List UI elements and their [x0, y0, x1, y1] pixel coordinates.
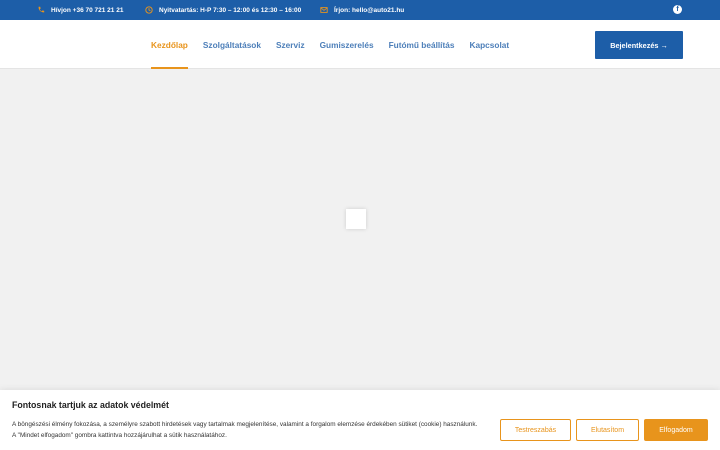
- email-text: Írjon: hello@auto21.hu: [334, 6, 405, 14]
- main-content: [0, 70, 720, 390]
- clock-icon: [145, 6, 153, 14]
- accept-button[interactable]: Elfogadom: [644, 419, 708, 441]
- hours-text: Nyitvatartás: H-P 7:30 – 12:00 és 12:30 …: [159, 6, 302, 14]
- facebook-icon[interactable]: f: [673, 5, 682, 14]
- nav-item-services[interactable]: Szolgáltatások: [203, 20, 261, 69]
- nav-item-service[interactable]: Szerviz: [276, 20, 305, 69]
- reject-button[interactable]: Elutasítom: [576, 419, 639, 441]
- nav-item-home[interactable]: Kezdőlap: [151, 20, 188, 69]
- main-navigation: Kezdőlap Szolgáltatások Szerviz Gumiszer…: [151, 20, 524, 69]
- login-button[interactable]: Bejelentkezés →: [595, 31, 683, 59]
- opening-hours: Nyitvatartás: H-P 7:30 – 12:00 és 12:30 …: [145, 0, 301, 20]
- cookie-consent-banner: Fontosnak tartjuk az adatok védelmét A b…: [0, 390, 720, 450]
- phone-contact[interactable]: Hívjon +36 70 721 21 21: [37, 0, 123, 20]
- envelope-icon: [320, 6, 328, 14]
- loading-spinner: [346, 209, 366, 229]
- top-contact-bar: Hívjon +36 70 721 21 21 Nyitvatartás: H-…: [0, 0, 720, 20]
- site-header: Kezdőlap Szolgáltatások Szerviz Gumiszer…: [0, 20, 720, 69]
- email-contact[interactable]: Írjon: hello@auto21.hu: [320, 0, 404, 20]
- nav-item-tyre-fitting[interactable]: Gumiszerelés: [320, 20, 374, 69]
- phone-text: Hívjon +36 70 721 21 21: [51, 6, 124, 14]
- cookie-title: Fontosnak tartjuk az adatok védelmét: [12, 400, 169, 410]
- cookie-description: A böngészési élmény fokozása, a személyr…: [12, 421, 478, 439]
- nav-item-contact[interactable]: Kapcsolat: [469, 20, 509, 69]
- nav-item-wheel-alignment[interactable]: Futómű beállítás: [389, 20, 455, 69]
- phone-icon: [37, 6, 45, 14]
- customize-button[interactable]: Testreszabás: [500, 419, 571, 441]
